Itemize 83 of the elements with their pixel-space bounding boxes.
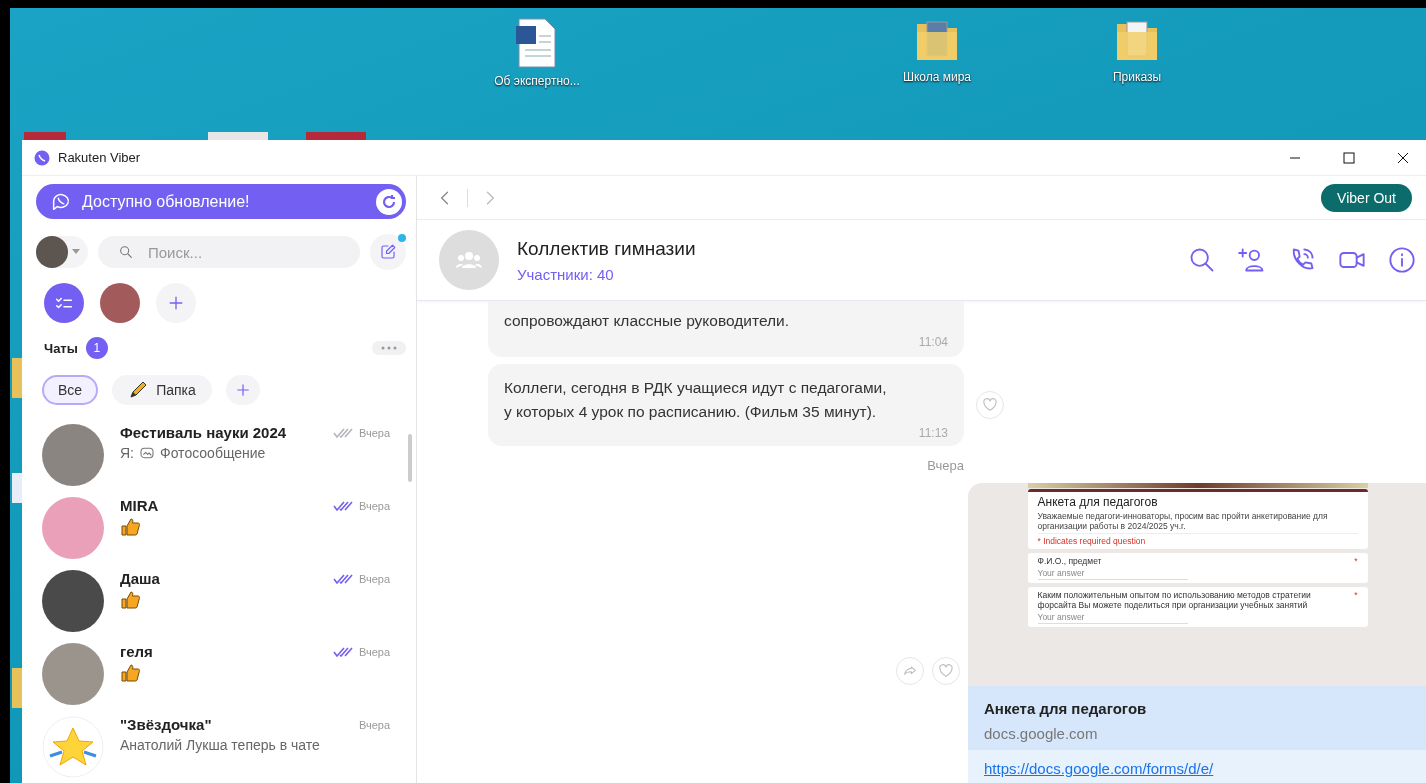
thumbs-up-icon <box>120 518 140 536</box>
filter-tab[interactable]: Папка <box>112 375 212 405</box>
refresh-icon <box>376 188 402 215</box>
search-icon <box>1188 246 1216 274</box>
answer-field: Your answer <box>1037 612 1188 624</box>
info-icon <box>1388 246 1416 274</box>
form-title: Анкета для педагогов <box>1037 495 1159 509</box>
maximize-icon <box>1343 151 1355 164</box>
star-logo-icon <box>42 715 104 778</box>
chat-list-button[interactable] <box>44 283 84 323</box>
question-label: Каким положительным опытом по использованию методов стратегии форсайта Вы можете поделиться при организации учебных занятий <box>1037 590 1312 610</box>
message-text: сопровождают классные руководители. <box>504 311 790 331</box>
add-participant-button[interactable] <box>1238 246 1266 274</box>
link-domain: docs.google.com <box>984 725 1099 742</box>
group-avatar <box>439 230 499 290</box>
photo-icon <box>139 445 155 461</box>
desktop-icon-label: Школа мира <box>901 70 973 84</box>
window-title: Rakuten Viber <box>58 150 142 165</box>
photo-placeholder[interactable] <box>100 283 140 323</box>
sender-label: Я: <box>120 445 134 461</box>
heart-icon <box>982 397 998 413</box>
profile-button[interactable] <box>36 236 88 268</box>
update-banner[interactable]: Доступно обновление! <box>36 184 406 219</box>
compose-button[interactable] <box>370 234 406 270</box>
unread-badge: 1 <box>85 337 108 359</box>
add-person-icon <box>1238 246 1266 274</box>
forward-button[interactable] <box>896 657 924 685</box>
chat-list-item[interactable]: геля Вчера <box>36 637 406 710</box>
chat-name: MIRA <box>120 497 160 514</box>
more-dots-icon <box>381 346 397 350</box>
like-button[interactable] <box>976 391 1004 419</box>
chat-time: Вчера <box>358 426 390 439</box>
viber-out-button[interactable]: Viber Out <box>1321 183 1412 212</box>
pencil-icon <box>128 380 149 400</box>
link-title: Анкета для педагогов <box>984 700 1148 717</box>
chat-preview: Анатолий Лукша теперь в чате <box>120 737 320 753</box>
like-button[interactable] <box>932 657 960 685</box>
add-folder-button[interactable] <box>225 375 260 405</box>
desktop-icon-label: Приказы <box>1111 70 1163 84</box>
heart-icon <box>938 663 954 679</box>
participants-count: Участники: 40 <box>517 265 615 283</box>
scrollbar-thumb[interactable] <box>408 434 412 482</box>
search-field[interactable]: Поиск... <box>98 236 360 268</box>
viber-logo-icon <box>34 149 50 166</box>
message-time: 11:13 <box>918 426 948 440</box>
chat-preview: Фотосообщение <box>160 445 266 461</box>
info-button[interactable] <box>1388 246 1416 274</box>
message-time: 11:04 <box>918 335 948 349</box>
search-button[interactable] <box>1188 246 1216 274</box>
form-description: Уважаемые педагоги-инноваторы, просим вас пройти анкетирование для организации работы в 2024/2025 уч.г. <box>1037 511 1329 531</box>
desktop-icon-label: Об экспертно... <box>493 74 581 88</box>
chat-list-item[interactable]: Даша Вчера <box>36 564 406 637</box>
document-icon[interactable] <box>515 18 559 68</box>
search-icon <box>118 244 134 260</box>
close-icon <box>1397 151 1409 164</box>
chat-time: Вчера <box>358 645 390 658</box>
chat-list-item[interactable]: "Звёздочка" Вчера Анатолий Лукша теперь в чате <box>36 710 406 783</box>
compose-icon <box>379 243 397 261</box>
chat-name: геля <box>120 643 154 660</box>
chat-name: Фестиваль науки 2024 <box>120 424 288 441</box>
answer-field: Your answer <box>1037 568 1188 580</box>
thumbs-up-icon <box>120 591 140 609</box>
message-text: Коллеги, сегодня в РДК учащиеся идут с педагогами, у которых 4 урок по расписанию. (Фильм 35 минут). <box>504 378 888 422</box>
chat-name: Даша <box>120 570 161 587</box>
required-mark: * <box>1354 590 1358 602</box>
chat-time: Вчера <box>358 499 390 512</box>
more-button[interactable] <box>372 341 406 355</box>
chat-time: Вчера <box>358 572 390 585</box>
chat-time: Вчера <box>358 718 390 731</box>
chat-name: "Звёздочка" <box>120 716 213 733</box>
question-label: Ф.И.О., предмет <box>1037 556 1103 566</box>
thumbs-up-icon <box>120 664 140 682</box>
caret-icon <box>72 249 80 255</box>
chat-list-item[interactable]: MIRA Вчера <box>36 491 406 564</box>
conversation-title: Коллектив гимназии <box>517 237 697 260</box>
date-label: Вчера <box>926 458 964 473</box>
required-mark: * <box>1354 556 1358 566</box>
required-note: * Indicates required question <box>1037 533 1358 546</box>
chats-title: Чаты <box>44 340 78 356</box>
link-preview-card[interactable] <box>968 483 1426 783</box>
chat-list-item[interactable]: Фестиваль науки 2024 Вчера Я: Фотосообщение <box>36 418 406 491</box>
add-button[interactable] <box>156 283 196 323</box>
filter-tab[interactable]: Все <box>42 375 99 405</box>
